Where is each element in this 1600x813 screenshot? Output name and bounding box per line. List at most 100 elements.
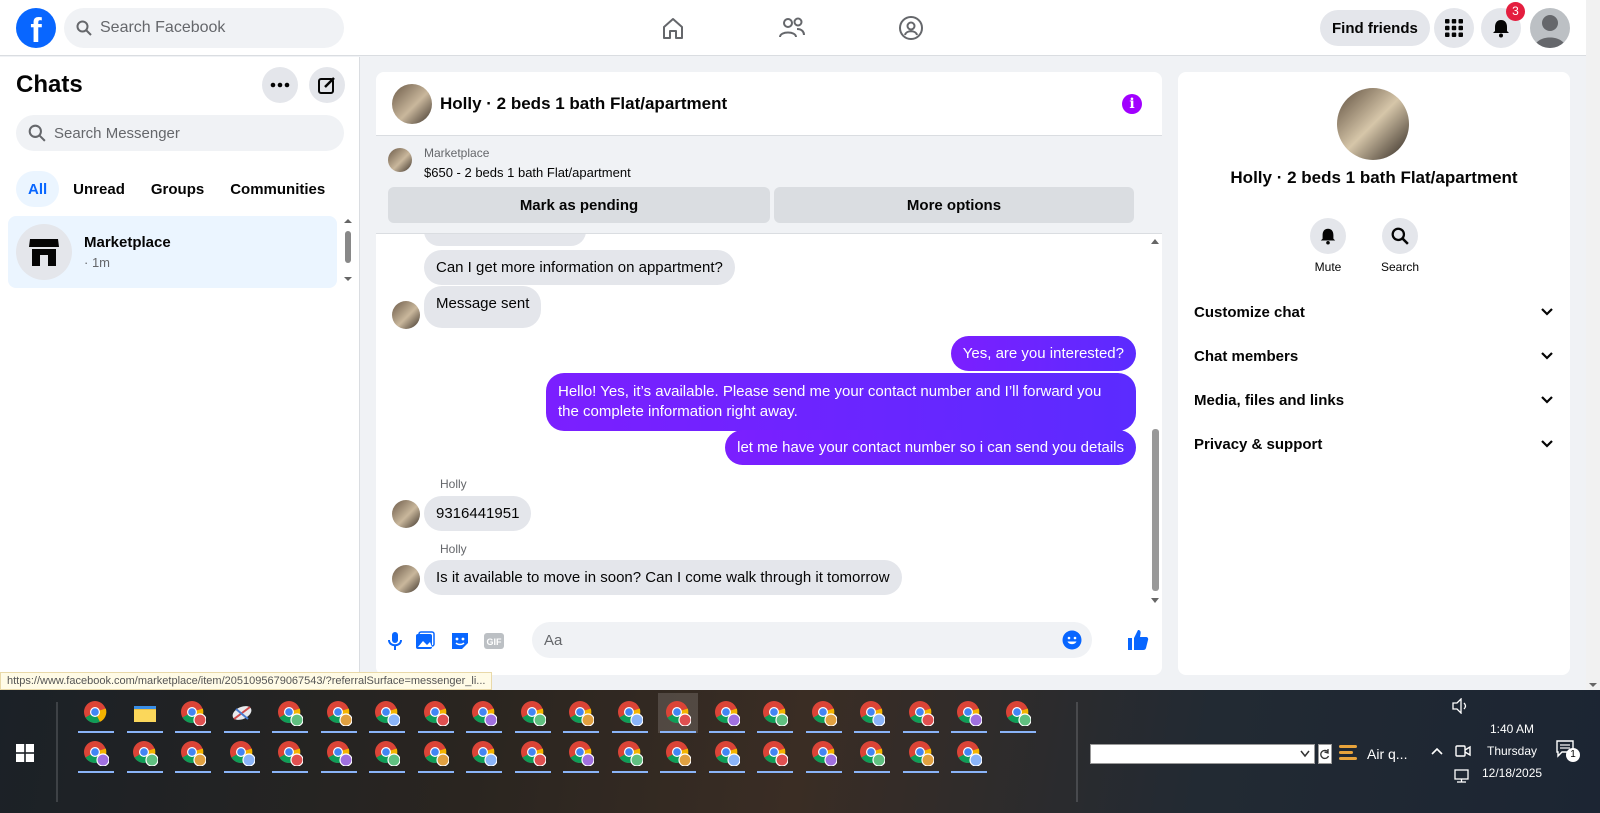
emoji-icon[interactable] [1062, 630, 1082, 650]
profile-avatar[interactable] [1530, 8, 1570, 48]
chrome-icon[interactable] [852, 733, 892, 773]
chrome-icon[interactable] [949, 733, 989, 773]
chrome-icon[interactable] [804, 733, 844, 773]
info-icon[interactable]: i [1122, 94, 1142, 114]
menu-grid-button[interactable] [1434, 8, 1474, 48]
chrome-icon[interactable] [513, 733, 553, 773]
chrome-icon[interactable] [367, 693, 407, 733]
chrome-icon[interactable] [901, 693, 941, 733]
section-customize-chat[interactable]: Customize chat [1194, 290, 1554, 334]
chrome-icon[interactable] [852, 693, 892, 733]
chrome-icon[interactable] [949, 693, 989, 733]
windows-start-icon[interactable] [16, 744, 34, 762]
file-explorer-icon[interactable] [125, 693, 165, 733]
new-message-button[interactable] [309, 67, 345, 103]
refresh-icon[interactable] [1318, 744, 1332, 764]
messenger-search-input[interactable]: Search Messenger [16, 115, 344, 151]
message-input[interactable]: Aa [532, 622, 1092, 658]
like-icon[interactable] [1126, 628, 1150, 652]
snipping-tool-icon[interactable] [222, 693, 262, 733]
weather-widget-label[interactable]: Air q... [1367, 746, 1407, 762]
chrome-icon[interactable] [707, 733, 747, 773]
chrome-icon[interactable] [270, 693, 310, 733]
home-icon[interactable] [657, 12, 689, 44]
chrome-icon[interactable] [658, 693, 698, 733]
gif-icon[interactable]: GIF [483, 630, 505, 652]
section-privacy-support[interactable]: Privacy & support [1194, 422, 1554, 466]
message-scrollbar[interactable] [1148, 234, 1162, 608]
listing-title[interactable]: $650 - 2 beds 1 bath Flat/apartment [424, 165, 631, 180]
holly-avatar[interactable] [392, 301, 420, 329]
microphone-icon[interactable] [384, 630, 406, 652]
listing-thumbnail[interactable] [388, 148, 412, 172]
chrome-icon[interactable] [416, 693, 456, 733]
network-icon[interactable] [1452, 768, 1470, 784]
clock-day[interactable]: Thursday [1487, 744, 1537, 758]
chrome-icon[interactable] [173, 733, 213, 773]
chats-options-button[interactable] [262, 67, 298, 103]
chrome-icon[interactable] [804, 693, 844, 733]
filter-tab-communities[interactable]: Communities [218, 171, 337, 207]
groups-icon[interactable] [895, 12, 927, 44]
sticker-icon[interactable] [449, 630, 471, 652]
facebook-logo[interactable]: f [16, 8, 56, 48]
filter-tab-groups[interactable]: Groups [139, 171, 216, 207]
chrome-icon[interactable] [270, 733, 310, 773]
mute-button[interactable]: Mute [1298, 218, 1358, 274]
conversation-title[interactable]: Holly · 2 beds 1 bath Flat/apartment [440, 94, 727, 114]
facebook-search-input[interactable]: Search Facebook [64, 8, 344, 48]
section-label: Customize chat [1194, 303, 1305, 321]
chrome-icon[interactable] [998, 693, 1038, 733]
chrome-icon[interactable] [658, 733, 698, 773]
chrome-icon[interactable] [319, 733, 359, 773]
chrome-icon[interactable] [610, 693, 650, 733]
chrome-icon[interactable] [416, 733, 456, 773]
clock-date[interactable]: 12/18/2025 [1482, 766, 1542, 780]
chrome-icon[interactable] [173, 693, 213, 733]
air-quality-icon[interactable] [1337, 742, 1359, 764]
section-chat-members[interactable]: Chat members [1194, 334, 1554, 378]
holly-avatar[interactable] [392, 565, 420, 593]
taskbar-address-box[interactable] [1090, 744, 1315, 764]
notifications-button[interactable]: 3 [1481, 2, 1525, 48]
chat-list-item[interactable]: Marketplace · 1m [8, 216, 337, 288]
filter-tab-all[interactable]: All [16, 171, 60, 207]
photo-icon[interactable] [414, 630, 436, 652]
chat-list-scrollbar[interactable] [342, 217, 354, 283]
chrome-icon[interactable] [125, 733, 165, 773]
camera-icon[interactable] [1455, 742, 1471, 760]
find-friends-button[interactable]: Find friends [1320, 10, 1430, 46]
filter-tab-unread[interactable]: Unread [61, 171, 137, 207]
volume-icon[interactable] [1452, 698, 1470, 714]
message-bubble-partial [424, 234, 586, 246]
section-media-files-links[interactable]: Media, files and links [1194, 378, 1554, 422]
more-options-button[interactable]: More options [774, 187, 1134, 223]
chrome-icon[interactable] [76, 733, 116, 773]
chrome-icon[interactable] [222, 733, 262, 773]
mark-as-pending-button[interactable]: Mark as pending [388, 187, 770, 223]
search-icon [28, 124, 46, 142]
chrome-icon[interactable] [561, 693, 601, 733]
chrome-icon[interactable] [464, 733, 504, 773]
page-scrollbar[interactable] [1586, 0, 1600, 690]
chevron-up-icon[interactable] [1430, 746, 1444, 756]
search-conversation-button[interactable]: Search [1370, 218, 1430, 274]
chat-name: Marketplace [84, 234, 171, 251]
chrome-icon[interactable] [367, 733, 407, 773]
chrome-icon[interactable] [561, 733, 601, 773]
holly-avatar[interactable] [392, 500, 420, 528]
chrome-icon[interactable] [901, 733, 941, 773]
chrome-icon[interactable] [755, 693, 795, 733]
chrome-icon[interactable] [513, 693, 553, 733]
chrome-icon[interactable] [319, 693, 359, 733]
chrome-icon[interactable] [76, 693, 116, 733]
chrome-icon[interactable] [707, 693, 747, 733]
chrome-icon[interactable] [464, 693, 504, 733]
friends-icon[interactable] [776, 12, 808, 44]
chrome-icon[interactable] [610, 733, 650, 773]
clock-time[interactable]: 1:40 AM [1490, 722, 1534, 736]
details-avatar[interactable] [1337, 88, 1409, 160]
conversation-avatar[interactable] [392, 83, 432, 124]
chrome-icon[interactable] [755, 733, 795, 773]
notification-center-button[interactable]: 1 [1556, 740, 1580, 762]
